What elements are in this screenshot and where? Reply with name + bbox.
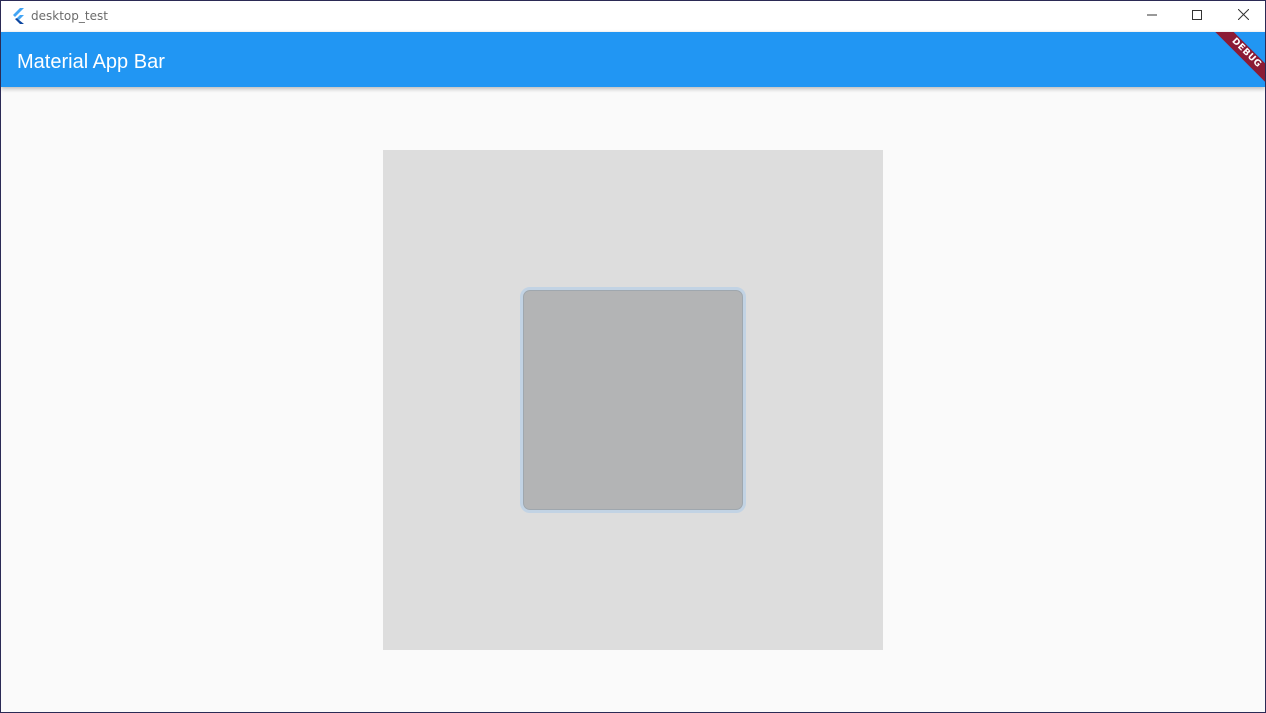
window-titlebar[interactable]: desktop_test: [1, 1, 1265, 31]
app-window: desktop_test Material App Bar DEBUG: [0, 0, 1266, 713]
close-button[interactable]: [1220, 1, 1265, 31]
maximize-icon: [1192, 7, 1202, 25]
flutter-logo-icon: [11, 8, 25, 24]
maximize-button[interactable]: [1174, 1, 1220, 31]
minimize-button[interactable]: [1129, 1, 1175, 31]
debug-banner: DEBUG: [1206, 32, 1265, 92]
page-body: [1, 87, 1265, 712]
window-title: desktop_test: [31, 9, 108, 23]
close-icon: [1237, 7, 1249, 25]
app-bar-title: Material App Bar: [17, 51, 165, 73]
inner-square-button[interactable]: [520, 287, 746, 513]
app-bar: Material App Bar: [1, 32, 1265, 87]
outer-square-container: [383, 150, 883, 650]
debug-banner-label: DEBUG: [1209, 32, 1265, 90]
minimize-icon: [1147, 7, 1157, 25]
